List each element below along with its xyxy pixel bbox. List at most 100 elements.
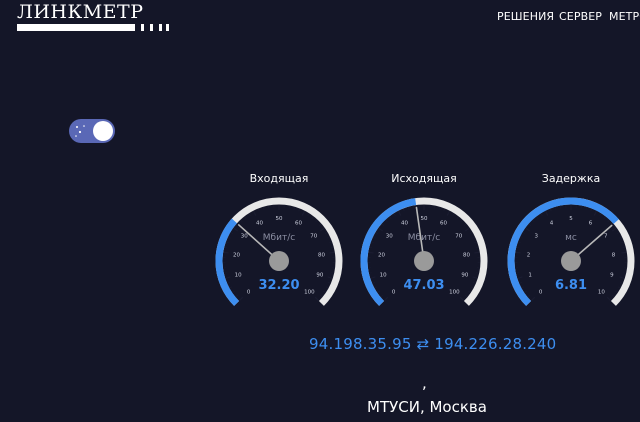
tick-label: 8 bbox=[612, 252, 616, 258]
minor-tick bbox=[232, 290, 235, 293]
minor-tick bbox=[298, 208, 300, 212]
tick-label: 20 bbox=[233, 252, 240, 258]
tick-label: 2 bbox=[527, 252, 531, 258]
minor-tick bbox=[248, 213, 251, 217]
minor-tick bbox=[520, 236, 523, 239]
connection-line: 94.198.35.95 ⇄ 194.226.28.240 bbox=[309, 335, 556, 353]
minor-tick bbox=[615, 290, 618, 293]
major-tick bbox=[398, 210, 402, 216]
major-tick bbox=[238, 296, 244, 302]
minor-tick bbox=[372, 281, 376, 284]
gauge-value: 47.03 bbox=[403, 278, 444, 293]
tick-label: 3 bbox=[534, 234, 538, 240]
gauge-title: Задержка bbox=[541, 172, 601, 185]
tick-label: 20 bbox=[378, 252, 385, 258]
tick-label: 100 bbox=[304, 289, 315, 295]
minor-tick bbox=[475, 246, 479, 249]
minor-tick bbox=[617, 286, 621, 289]
minor-tick bbox=[532, 219, 535, 223]
major-tick bbox=[517, 276, 523, 279]
major-tick bbox=[474, 251, 480, 254]
minor-tick bbox=[323, 290, 326, 293]
tick-label: 90 bbox=[461, 272, 468, 278]
major-tick bbox=[253, 210, 257, 216]
minor-tick bbox=[375, 232, 379, 235]
minor-tick bbox=[228, 236, 231, 239]
major-tick bbox=[368, 251, 374, 254]
gauge-dial: 0 10 20 30 40 50 60 70 80 90 100 Мбит/с 47.03 bbox=[360, 197, 488, 306]
gauge-value: 6.81 bbox=[555, 278, 587, 293]
minor-tick bbox=[403, 208, 405, 212]
minor-tick bbox=[244, 216, 247, 219]
minor-tick bbox=[374, 286, 378, 289]
minor-tick bbox=[516, 272, 519, 274]
major-tick bbox=[472, 276, 478, 279]
minor-tick bbox=[616, 232, 620, 235]
minor-tick bbox=[470, 286, 474, 289]
nav-metro[interactable]: МЕТРО bbox=[609, 10, 640, 24]
gauge-fill-arc bbox=[215, 218, 240, 306]
tick-label: 10 bbox=[380, 272, 387, 278]
minor-tick bbox=[329, 241, 332, 244]
major-tick bbox=[370, 276, 376, 279]
minor-tick bbox=[476, 272, 479, 274]
nav-solutions[interactable]: РЕШЕНИЯ bbox=[497, 10, 554, 24]
major-tick bbox=[545, 210, 549, 216]
tick-label: 80 bbox=[463, 252, 470, 258]
major-tick bbox=[329, 251, 335, 254]
major-tick bbox=[464, 227, 470, 232]
nav-server[interactable]: СЕРВЕР bbox=[559, 10, 602, 24]
minor-tick bbox=[603, 216, 606, 219]
minor-tick bbox=[311, 216, 314, 219]
minor-tick bbox=[590, 208, 592, 212]
minor-tick bbox=[263, 207, 265, 210]
unit-label: Мбит/с bbox=[263, 233, 295, 243]
minor-tick bbox=[464, 294, 468, 297]
minor-tick bbox=[331, 272, 334, 274]
minor-tick bbox=[325, 286, 329, 289]
minor-tick bbox=[516, 246, 520, 249]
tick-label: 90 bbox=[316, 272, 323, 278]
minor-tick bbox=[443, 208, 445, 212]
tick-label: 4 bbox=[550, 221, 554, 227]
major-tick bbox=[446, 210, 450, 216]
minor-tick bbox=[318, 223, 322, 226]
minor-tick bbox=[599, 213, 602, 217]
gauge-latency: Задержка 0 1 2 3 4 5 6 7 8 9 10 мс 6.81 bbox=[501, 172, 640, 312]
minor-tick bbox=[240, 219, 243, 223]
minor-tick bbox=[619, 281, 623, 284]
tick-label: 50 bbox=[276, 216, 283, 222]
minor-tick bbox=[521, 286, 525, 289]
minor-tick bbox=[460, 219, 463, 223]
minor-tick bbox=[472, 236, 475, 239]
minor-tick bbox=[408, 207, 410, 210]
minor-tick bbox=[369, 246, 373, 249]
gauge-dial: 0 1 2 3 4 5 6 7 8 9 10 мс 6.81 bbox=[507, 197, 635, 306]
minor-tick bbox=[527, 294, 531, 297]
logo-bars-graphic bbox=[17, 24, 169, 31]
gauge-hub bbox=[269, 251, 289, 271]
major-tick bbox=[619, 276, 625, 279]
minor-tick bbox=[468, 290, 471, 293]
minor-tick bbox=[438, 207, 440, 210]
major-tick bbox=[459, 296, 465, 302]
minor-tick bbox=[623, 272, 626, 274]
logo[interactable]: ЛИНКМЕТР bbox=[17, 1, 169, 31]
minor-tick bbox=[519, 281, 523, 284]
tick-label: 70 bbox=[455, 234, 462, 240]
theme-toggle[interactable] bbox=[69, 119, 115, 143]
minor-tick bbox=[307, 213, 310, 217]
minor-tick bbox=[369, 272, 372, 274]
minor-tick bbox=[230, 232, 234, 235]
major-tick bbox=[319, 227, 325, 232]
minor-tick bbox=[463, 223, 467, 226]
gauge-upload: Исходящая 0 10 20 30 40 50 60 70 80 90 100 Мбит/с 47… bbox=[354, 172, 494, 312]
tick-label: 0 bbox=[539, 289, 543, 295]
major-tick bbox=[383, 296, 389, 302]
minor-tick bbox=[385, 219, 388, 223]
minor-tick bbox=[373, 236, 376, 239]
gauge-dial: 0 10 20 30 40 50 60 70 80 90 100 Мбит/с 32.20 bbox=[215, 197, 343, 306]
gauge-hub bbox=[561, 251, 581, 271]
tick-label: 40 bbox=[401, 221, 408, 227]
major-tick bbox=[606, 296, 612, 302]
